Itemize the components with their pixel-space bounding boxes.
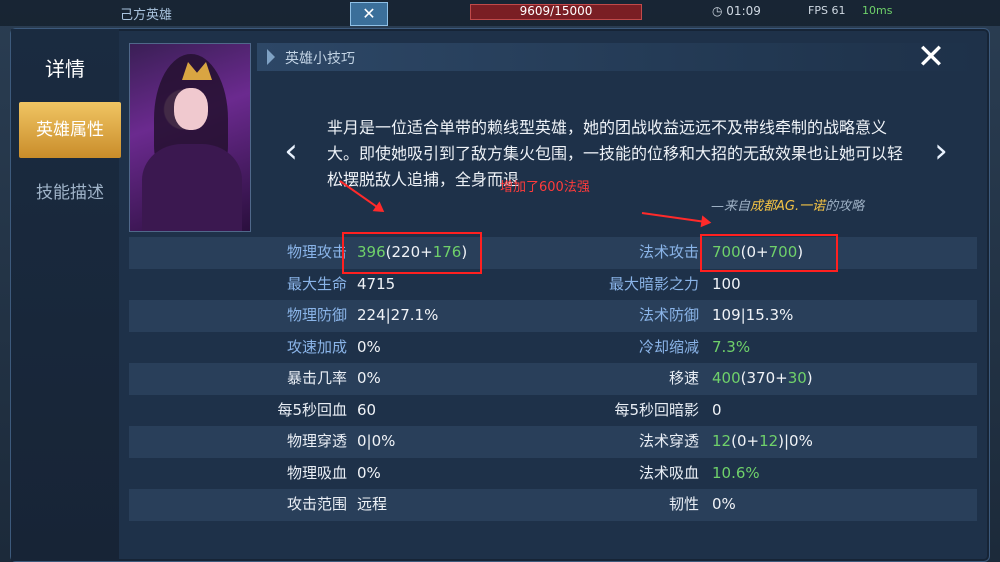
stats-table: 物理攻击 396(220+176) 法术攻击 700(0+700) 最大生命 4715 最大…	[129, 237, 977, 521]
stat-value: 0%	[357, 458, 381, 489]
hero-portrait	[129, 43, 251, 232]
stat-value: 0%	[712, 489, 736, 520]
stat-row: 暴击几率 0% 移速 400(370+30)	[129, 363, 977, 395]
sidebar: 详情 英雄属性 技能描述	[11, 29, 121, 561]
stat-value-part: (0+	[731, 432, 760, 450]
stat-label: 每5秒回暗影	[614, 400, 699, 419]
annotation-box-magic-attack	[700, 234, 838, 272]
stat-value: 12(0+12)|0%	[712, 426, 813, 457]
stat-value-part: 0%	[357, 337, 381, 356]
stat-value-part: 30	[787, 369, 807, 387]
stat-label: 法术吸血	[638, 463, 699, 482]
stat-value-part: 400	[712, 369, 741, 387]
stat-label: 最大暗影之力	[608, 274, 699, 293]
stat-value: 0%	[357, 332, 381, 363]
close-hud-icon: ✕	[350, 2, 388, 26]
caret-icon	[267, 49, 275, 65]
stat-label: 韧性	[668, 495, 699, 513]
stat-value-part: 0%	[357, 463, 381, 482]
stat-row: 攻速加成 0% 冷却缩减 7.3%	[129, 332, 977, 364]
top-hud: 己方英雄 ✕ 9609/15000 ◷ 01:09 FPS 61 10ms	[0, 0, 1000, 26]
stat-value-part: 12	[759, 432, 779, 450]
stat-value: 0%	[357, 363, 381, 394]
stat-value: 0|0%	[357, 426, 395, 457]
stat-label: 法术防御	[638, 306, 699, 324]
tip-source: —来自成都AG.一诺的攻略	[711, 195, 864, 214]
stat-row: 物理攻击 396(220+176) 法术攻击 700(0+700)	[129, 237, 977, 269]
stat-row: 攻击范围 远程 韧性 0%	[129, 489, 977, 521]
game-timer: ◷ 01:09	[712, 4, 761, 18]
hero-detail-panel: 详情 英雄属性 技能描述 英雄小技巧 ✕ ‹ › 芈月是一位适合单带的赖线型英雄…	[10, 28, 990, 562]
stat-value-part: 60	[357, 400, 377, 419]
tips-header-label: 英雄小技巧	[285, 51, 355, 67]
stat-value: 109|15.3%	[712, 300, 793, 331]
prev-tip-arrow-icon[interactable]: ‹	[279, 133, 303, 169]
stat-label: 暴击几率	[286, 369, 347, 387]
ally-heroes-label: 己方英雄	[120, 8, 173, 23]
sidebar-title: 详情	[45, 57, 85, 81]
stat-label: 物理穿透	[286, 432, 347, 450]
tip-author[interactable]: 成都AG.一诺	[750, 199, 825, 214]
stat-value-part: )	[806, 369, 813, 387]
stat-label: 冷却缩减	[638, 337, 699, 356]
tab-hero-attributes[interactable]: 英雄属性	[19, 102, 121, 158]
ping-readout: 10ms	[862, 4, 893, 17]
annotation-label: 增加了600法强	[500, 180, 590, 195]
stat-value-part: 4715	[357, 274, 396, 293]
stat-value-part: 0|0%	[357, 432, 396, 450]
stat-value-part: )|0%	[778, 432, 813, 450]
stat-value-part: (370+	[740, 369, 788, 387]
stat-label: 移速	[668, 369, 699, 387]
stat-value-part: 0%	[712, 495, 736, 513]
stat-value: 0	[712, 395, 722, 426]
stat-value-part: 10.6%	[712, 463, 760, 482]
stat-value: 100	[712, 269, 741, 300]
stat-value: 10.6%	[712, 458, 760, 489]
stat-label: 物理攻击	[286, 243, 347, 261]
tips-header: 英雄小技巧	[257, 43, 977, 71]
hp-text: 9609/15000	[519, 4, 593, 18]
annotation-box-physical-attack	[342, 232, 482, 274]
tip-source-suffix: 的攻略	[825, 199, 865, 214]
stat-label: 攻速加成	[286, 337, 347, 356]
stat-row: 每5秒回血 60 每5秒回暗影 0	[129, 395, 977, 427]
timer-value: 01:09	[726, 4, 761, 18]
stat-label: 每5秒回血	[277, 400, 347, 419]
fps-readout: FPS 61	[808, 4, 846, 17]
stat-value: 7.3%	[712, 332, 750, 363]
stat-value-part: 109|15.3%	[712, 306, 794, 324]
close-icon[interactable]: ✕	[907, 33, 955, 81]
stat-value-part: 0	[712, 400, 722, 419]
stat-row: 物理吸血 0% 法术吸血 10.6%	[129, 458, 977, 490]
tab-skill-description[interactable]: 技能描述	[19, 165, 121, 221]
stat-value-part: 100	[712, 274, 741, 293]
tip-source-prefix: —来自	[711, 199, 751, 214]
stat-value-part: 12	[712, 432, 732, 450]
stat-row: 物理防御 224|27.1% 法术防御 109|15.3%	[129, 300, 977, 332]
stat-value-part: 224|27.1%	[357, 306, 439, 324]
stat-value: 400(370+30)	[712, 363, 813, 394]
stat-value-part: 远程	[357, 495, 388, 513]
stat-label: 最大生命	[286, 274, 347, 293]
stat-label: 法术攻击	[638, 243, 699, 261]
stat-value: 60	[357, 395, 376, 426]
stat-row: 物理穿透 0|0% 法术穿透 12(0+12)|0%	[129, 426, 977, 458]
stat-value-part: 7.3%	[712, 337, 751, 356]
stat-label: 物理防御	[286, 306, 347, 324]
stat-label: 法术穿透	[638, 432, 699, 450]
stat-value: 224|27.1%	[357, 300, 438, 331]
stat-label: 攻击范围	[286, 495, 347, 513]
stat-row: 最大生命 4715 最大暗影之力 100	[129, 269, 977, 301]
stat-value: 远程	[357, 489, 387, 520]
stat-label: 物理吸血	[286, 463, 347, 482]
next-tip-arrow-icon[interactable]: ›	[929, 133, 953, 169]
stat-value-part: 0%	[357, 369, 381, 387]
tip-text: 芈月是一位适合单带的赖线型英雄，她的团战收益远远不及带线牵制的战略意义大。即使她…	[327, 118, 904, 189]
hp-bar: 9609/15000	[470, 4, 642, 20]
